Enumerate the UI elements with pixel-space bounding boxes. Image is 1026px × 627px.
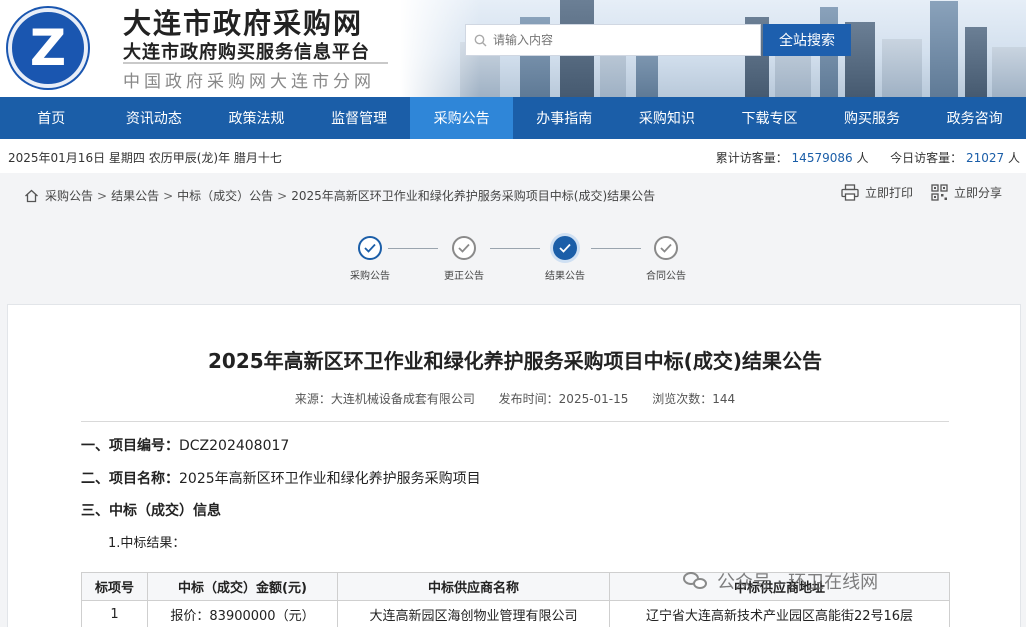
table-cell: 大连高新园区海创物业管理有限公司 bbox=[337, 600, 610, 627]
project-name-value: 2025年高新区环卫作业和绿化养护服务采购项目 bbox=[179, 471, 481, 487]
watermark: 公众号 · 环卫在线网 bbox=[683, 568, 878, 594]
home-icon[interactable] bbox=[24, 189, 39, 203]
search-input[interactable] bbox=[493, 33, 743, 47]
nav-item-consult[interactable]: 政务咨询 bbox=[923, 97, 1026, 139]
today-visitors-unit: 人 bbox=[1007, 151, 1020, 165]
table-cell: 1 bbox=[81, 600, 148, 627]
table-header: 标项号 bbox=[81, 572, 148, 601]
project-number: 一、项目编号：DCZ202408017 bbox=[81, 435, 289, 455]
breadcrumb-item-result[interactable]: 结果公告 bbox=[111, 187, 159, 204]
award-result-subheading: 1.中标结果： bbox=[108, 536, 186, 551]
table-cell: 报价：83900000（元） bbox=[147, 600, 338, 627]
breadcrumb-item-procurement[interactable]: 采购公告 bbox=[45, 187, 93, 204]
nav-item-knowledge[interactable]: 采购知识 bbox=[616, 97, 719, 139]
nav-item-policy[interactable]: 政策法规 bbox=[205, 97, 308, 139]
step-result-notice[interactable]: 结果公告 bbox=[535, 236, 595, 282]
search-button[interactable]: 全站搜索 bbox=[763, 24, 851, 56]
step-connector bbox=[388, 248, 438, 249]
project-name-label: 二、项目名称： bbox=[81, 471, 179, 487]
search-box bbox=[465, 24, 761, 56]
nav-item-procurement-notice[interactable]: 采购公告 bbox=[410, 97, 513, 139]
article-title: 2025年高新区环卫作业和绿化养护服务采购项目中标(成交)结果公告 bbox=[208, 349, 822, 373]
site-subtitle: 大连市政府购买服务信息平台 bbox=[123, 42, 370, 63]
breadcrumb-item-award[interactable]: 中标（成交）公告 bbox=[177, 187, 273, 204]
nav-item-guide[interactable]: 办事指南 bbox=[513, 97, 616, 139]
current-date: 2025年01月16日 星期四 农历甲辰(龙)年 腊月十七 bbox=[8, 151, 282, 165]
step-contract-notice[interactable]: 合同公告 bbox=[636, 236, 696, 282]
breadcrumb-separator: > bbox=[163, 188, 174, 203]
step-label: 更正公告 bbox=[444, 271, 484, 282]
search-icon bbox=[474, 34, 487, 46]
share-button[interactable]: 立即分享 bbox=[931, 184, 1002, 201]
page-actions: 立即打印 立即分享 bbox=[823, 184, 1002, 201]
divider bbox=[81, 421, 949, 422]
breadcrumb: 采购公告 > 结果公告 > 中标（成交）公告 > 2025年高新区环卫作业和绿化… bbox=[24, 187, 655, 204]
site-header: Z 大连市政府采购网 大连市政府购买服务信息平台 中国政府采购网大连市分网 全站… bbox=[0, 0, 1026, 97]
notice-progress-steps: 采购公告 更正公告 结果公告 合同公告 bbox=[340, 236, 700, 286]
nav-item-purchase-service[interactable]: 购买服务 bbox=[821, 97, 924, 139]
printer-icon bbox=[841, 184, 859, 201]
article-publish-time: 发布时间：2025-01-15 bbox=[498, 392, 629, 406]
check-icon bbox=[654, 236, 678, 260]
nav-item-news[interactable]: 资讯动态 bbox=[103, 97, 206, 139]
print-button[interactable]: 立即打印 bbox=[841, 184, 913, 201]
step-label: 合同公告 bbox=[646, 271, 686, 282]
site-title: 大连市政府采购网 bbox=[123, 7, 364, 40]
step-label: 结果公告 bbox=[545, 271, 585, 282]
award-info-label: 三、中标（成交）信息 bbox=[81, 503, 221, 519]
share-label: 立即分享 bbox=[953, 186, 1002, 200]
total-visitors-label: 累计访客量： bbox=[715, 151, 788, 165]
step-connector bbox=[490, 248, 540, 249]
step-label: 采购公告 bbox=[350, 271, 390, 282]
award-info-heading: 三、中标（成交）信息 bbox=[81, 500, 221, 520]
check-icon bbox=[358, 236, 382, 260]
breadcrumb-separator: > bbox=[97, 188, 108, 203]
breadcrumb-item-current: 2025年高新区环卫作业和绿化养护服务采购项目中标(成交)结果公告 bbox=[291, 189, 656, 203]
project-number-value: DCZ202408017 bbox=[179, 438, 290, 454]
today-visitors-label: 今日访客量： bbox=[890, 151, 963, 165]
wechat-icon bbox=[683, 570, 709, 592]
article-meta: 来源：大连机械设备成套有限公司 发布时间：2025-01-15 浏览次数：144 bbox=[8, 390, 1022, 407]
nav-item-home[interactable]: 首页 bbox=[0, 97, 103, 139]
logo-divider bbox=[123, 62, 388, 64]
table-header: 中标（成交）金额(元) bbox=[147, 572, 338, 601]
qrcode-icon bbox=[931, 184, 948, 201]
project-number-label: 一、项目编号： bbox=[81, 438, 179, 454]
article-source: 来源：大连机械设备成套有限公司 bbox=[294, 392, 475, 406]
total-visitors-value: 14579086 bbox=[791, 151, 853, 165]
step-correction-notice[interactable]: 更正公告 bbox=[434, 236, 494, 282]
print-label: 立即打印 bbox=[864, 186, 913, 200]
main-nav: 首页 资讯动态 政策法规 监督管理 采购公告 办事指南 采购知识 下载专区 购买… bbox=[0, 97, 1026, 139]
step-connector bbox=[591, 248, 641, 249]
total-visitors-unit: 人 bbox=[856, 151, 869, 165]
info-bar: 2025年01月16日 星期四 农历甲辰(龙)年 腊月十七 累计访客量： 145… bbox=[0, 139, 1026, 173]
breadcrumb-separator: > bbox=[277, 188, 288, 203]
table-header: 中标供应商名称 bbox=[337, 572, 610, 601]
check-icon bbox=[553, 236, 577, 260]
project-name: 二、项目名称：2025年高新区环卫作业和绿化养护服务采购项目 bbox=[81, 468, 481, 488]
today-visitors-value: 21027 bbox=[965, 151, 1005, 165]
check-icon bbox=[452, 236, 476, 260]
article-views: 浏览次数：144 bbox=[652, 392, 736, 406]
table-row: 1 报价：83900000（元） 大连高新园区海创物业管理有限公司 辽宁省大连高… bbox=[81, 600, 950, 627]
logo-z-icon: Z bbox=[29, 19, 67, 77]
site-branch: 中国政府采购网大连市分网 bbox=[123, 72, 375, 92]
watermark-text: 公众号 · 环卫在线网 bbox=[717, 572, 879, 593]
nav-item-supervision[interactable]: 监督管理 bbox=[308, 97, 411, 139]
step-procurement-notice[interactable]: 采购公告 bbox=[340, 236, 400, 282]
visitor-counts: 累计访客量： 14579086 人 今日访客量： 21027 人 bbox=[716, 149, 1020, 166]
nav-item-downloads[interactable]: 下载专区 bbox=[718, 97, 821, 139]
table-cell: 辽宁省大连高新技术产业园区高能街22号16层 bbox=[609, 600, 950, 627]
